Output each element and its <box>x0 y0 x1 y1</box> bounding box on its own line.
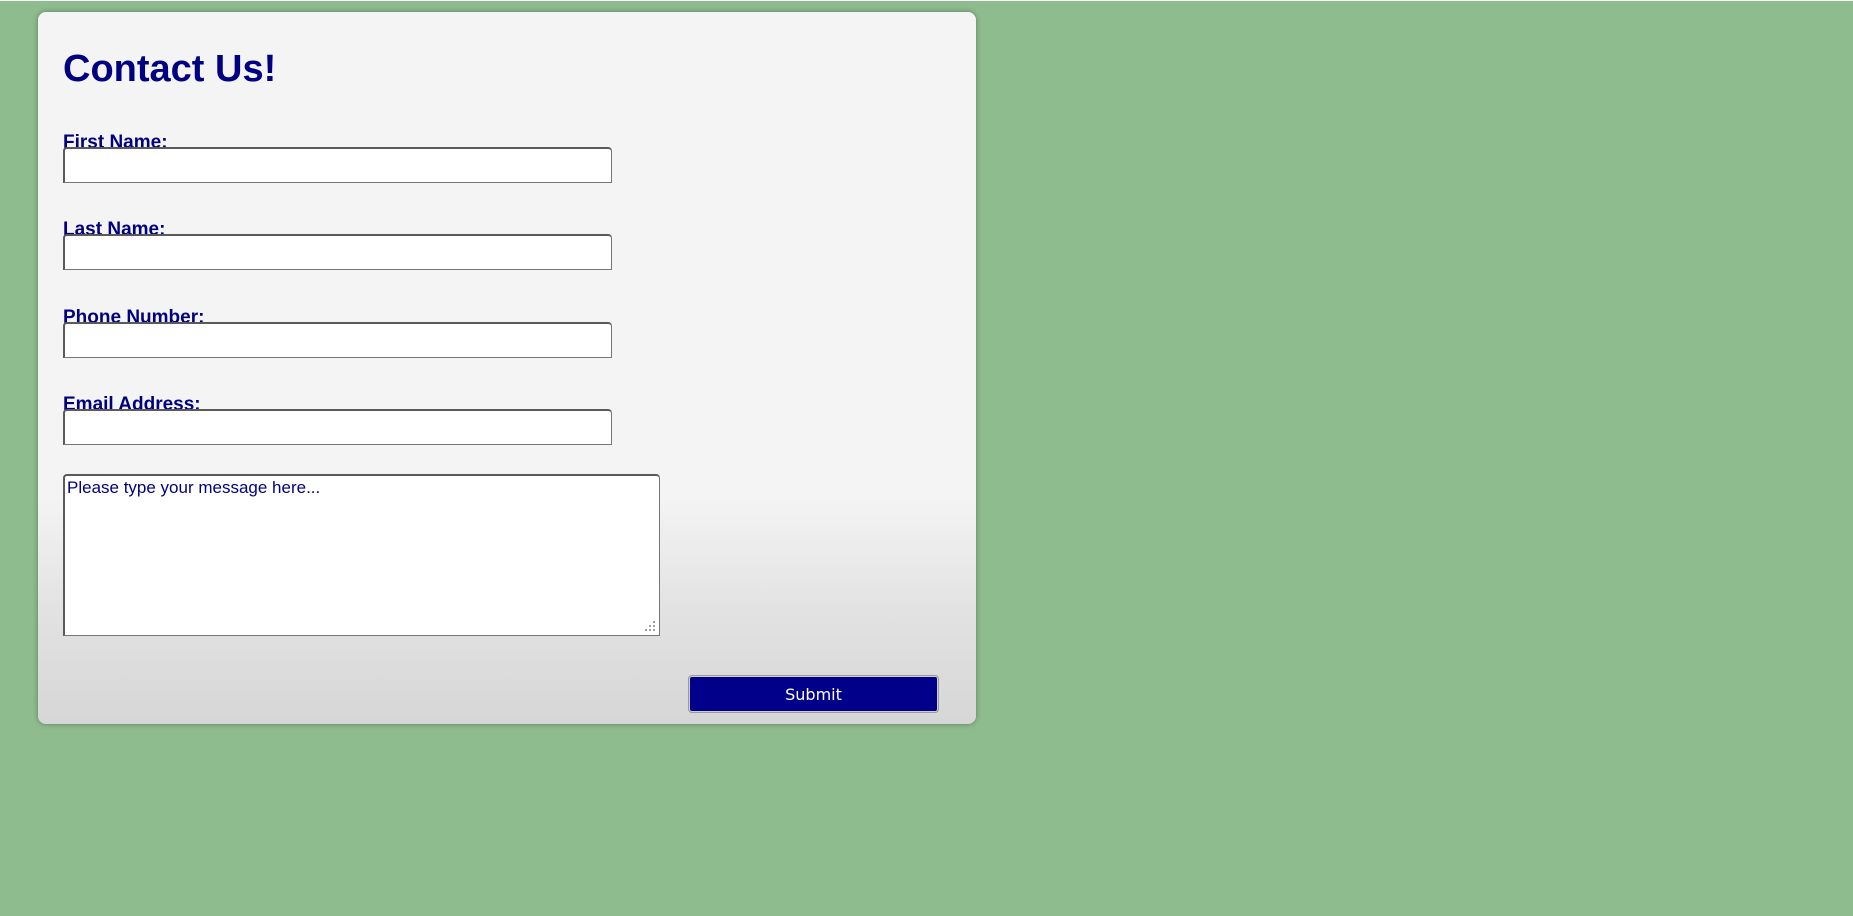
top-rule <box>0 0 1853 1</box>
message-textarea[interactable] <box>63 474 660 636</box>
last-name-input[interactable] <box>63 234 612 270</box>
email-address-input[interactable] <box>63 409 612 445</box>
submit-button[interactable]: Submit <box>689 676 938 712</box>
phone-number-input[interactable] <box>63 322 612 358</box>
contact-form-card: Contact Us! First Name: Last Name: Phone… <box>38 12 976 724</box>
first-name-input[interactable] <box>63 147 612 183</box>
page-title: Contact Us! <box>63 48 277 90</box>
